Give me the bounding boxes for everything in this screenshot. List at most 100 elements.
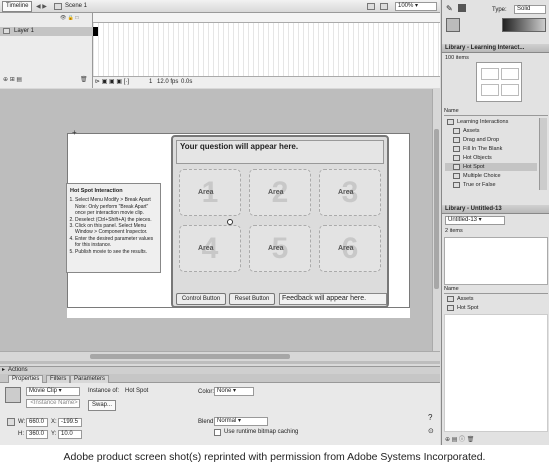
color-label: Color: bbox=[198, 389, 215, 395]
frame-ruler[interactable] bbox=[93, 13, 440, 23]
stage-vertical-scrollbar[interactable] bbox=[432, 89, 440, 351]
edit-symbol-icon[interactable] bbox=[380, 3, 388, 10]
blend-select[interactable]: Normal ▾ bbox=[214, 417, 268, 426]
library-item[interactable]: True or False bbox=[445, 181, 537, 189]
tab-properties[interactable]: Properties bbox=[8, 375, 44, 383]
folder-icon bbox=[447, 119, 454, 125]
bitmap-caching-checkbox[interactable] bbox=[214, 429, 221, 436]
tab-filters[interactable]: Filters bbox=[46, 375, 71, 383]
library-preview-2 bbox=[444, 237, 548, 285]
hot-spot-area-5[interactable]: 5 Area bbox=[249, 225, 311, 272]
library-item-count: 100 items bbox=[445, 55, 469, 61]
area-label: Area bbox=[198, 189, 214, 196]
bitmap-caching-label: Use runtime bitmap caching bbox=[224, 429, 299, 435]
transform-point-icon[interactable] bbox=[227, 219, 233, 225]
expand-arrow-icon[interactable]: ▸ bbox=[2, 367, 5, 374]
back-arrow-icon[interactable]: ◀ ▶ bbox=[36, 3, 47, 10]
library-item-selected[interactable]: Hot Spot bbox=[445, 163, 537, 171]
help-icon[interactable]: ? bbox=[428, 413, 432, 422]
layer-list: 👁 🔒 □ Layer 1 ⊕ ⊞ ▤ 🗑 bbox=[0, 13, 93, 88]
tab-parameters[interactable]: Parameters bbox=[70, 375, 110, 383]
swap-button[interactable]: Swap... bbox=[88, 400, 117, 411]
frame-rate: 12.0 fps bbox=[157, 79, 179, 85]
symbol-type-select[interactable]: Movie Clip ▾ bbox=[26, 387, 80, 396]
hot-spot-area-6[interactable]: 6 Area bbox=[319, 225, 381, 272]
library-item[interactable]: Hot Spot bbox=[445, 304, 537, 312]
x-field[interactable]: -199.5 bbox=[58, 418, 82, 427]
delete-layer-icon[interactable]: 🗑 bbox=[80, 76, 88, 83]
height-field[interactable]: 360.0 bbox=[26, 430, 48, 439]
hot-spot-area-2[interactable]: 2 Area bbox=[249, 169, 311, 216]
instruction-step: Select Menu Modify > Break Apart Note: O… bbox=[75, 197, 160, 216]
library-item[interactable]: Hot Objects bbox=[445, 154, 537, 162]
library-item[interactable]: Assets bbox=[445, 127, 537, 135]
actions-panel-header[interactable]: ▸ Actions bbox=[0, 366, 440, 374]
scroll-thumb[interactable] bbox=[90, 354, 290, 359]
right-panel-dock: ✎ Type: Solid Library - Learning Interac… bbox=[441, 0, 549, 445]
reset-button[interactable]: Reset Button bbox=[229, 293, 275, 305]
timeline-panel: 👁 🔒 □ Layer 1 ⊕ ⊞ ▤ 🗑 ⊳ ▣ ▣ ▣ [·] 1 12.0… bbox=[0, 13, 440, 88]
movie-clip-icon bbox=[447, 305, 454, 311]
library-panel-header[interactable]: Library - Learning Interact... bbox=[442, 44, 549, 53]
zoom-select[interactable]: 100% ▾ bbox=[395, 2, 437, 11]
movie-clip-icon bbox=[453, 164, 460, 170]
scroll-thumb[interactable] bbox=[434, 129, 439, 289]
area-label: Area bbox=[268, 245, 284, 252]
preview-thumb bbox=[481, 68, 499, 80]
properties-tabs: Properties Filters Parameters bbox=[0, 374, 440, 383]
instruction-step: Enter the desired parameter values for t… bbox=[75, 236, 160, 249]
constrain-lock-icon[interactable] bbox=[7, 418, 15, 426]
library-item[interactable]: Learning Interactions bbox=[445, 118, 537, 126]
hot-spot-area-1[interactable]: 1 Area bbox=[179, 169, 241, 216]
library-name-column-2[interactable]: Name bbox=[444, 286, 548, 294]
current-frame: 1 bbox=[149, 79, 153, 85]
instance-name-field[interactable]: <Instance Name> bbox=[26, 399, 80, 408]
hot-spot-area-3[interactable]: 3 Area bbox=[319, 169, 381, 216]
hot-spot-area-4[interactable]: 4 Area bbox=[179, 225, 241, 272]
width-field[interactable]: 660.0 bbox=[26, 418, 48, 427]
library-item[interactable]: Multiple Choice bbox=[445, 172, 537, 180]
layer-icon bbox=[3, 28, 10, 34]
library-item[interactable]: Assets bbox=[445, 295, 537, 303]
library-bottom-icons[interactable]: ⊕ ▤ ⓘ 🗑 bbox=[445, 434, 474, 443]
type-select[interactable]: Solid bbox=[514, 5, 546, 14]
pencil-icon[interactable]: ✎ bbox=[446, 4, 453, 13]
library-item-count-2: 2 items bbox=[445, 228, 463, 234]
layer-row[interactable]: Layer 1 bbox=[0, 27, 93, 36]
keyframe-marker[interactable] bbox=[93, 27, 98, 36]
frame-grid[interactable] bbox=[93, 23, 440, 76]
timeline-toggle-button[interactable]: Timeline bbox=[2, 1, 33, 12]
preview-thumb bbox=[501, 68, 519, 80]
area-label: Area bbox=[268, 189, 284, 196]
library-preview bbox=[476, 62, 522, 102]
movie-clip-icon bbox=[453, 146, 460, 152]
edit-scene-icon[interactable] bbox=[367, 3, 375, 10]
library-item[interactable]: Fill In The Blank bbox=[445, 145, 537, 153]
library-name-column[interactable]: Name bbox=[444, 108, 548, 116]
hot-spot-interaction[interactable]: Your question will appear here. 1 Area 2… bbox=[171, 135, 389, 308]
color-swatch-icon[interactable] bbox=[446, 18, 460, 32]
control-button[interactable]: Control Button bbox=[176, 293, 226, 305]
y-field[interactable]: 10.0 bbox=[58, 430, 82, 439]
width-label: W: bbox=[18, 419, 26, 425]
library-scrollbar[interactable] bbox=[539, 118, 547, 190]
stage-horizontal-scrollbar[interactable] bbox=[0, 351, 440, 361]
library-panel-header-2[interactable]: Library - Untitled-13 bbox=[442, 205, 549, 214]
instructions-panel[interactable]: Hot Spot Interaction Select Menu Modify … bbox=[66, 183, 161, 273]
add-layer-icon[interactable]: ⊕ ⊞ ▤ bbox=[3, 76, 22, 83]
edit-bar: Timeline ◀ ▶ Scene 1 100% ▾ bbox=[0, 0, 440, 13]
color-gradient-bar[interactable] bbox=[502, 18, 546, 32]
preview-thumb bbox=[501, 84, 519, 96]
instance-of-label: Instance of: bbox=[88, 388, 120, 394]
edit-properties-icon[interactable]: ⊙ bbox=[428, 427, 434, 435]
library-list-empty-area[interactable] bbox=[444, 314, 548, 432]
scene-label: Scene 1 bbox=[65, 3, 88, 9]
onion-skin-icons[interactable]: ⊳ ▣ ▣ ▣ [·] bbox=[95, 77, 129, 88]
library-document-select[interactable]: Untitled-13 ▾ bbox=[445, 216, 505, 225]
library-item[interactable]: Drag and Drop bbox=[445, 136, 537, 144]
scene-icon bbox=[54, 3, 62, 10]
fill-color-swatch[interactable] bbox=[458, 4, 466, 12]
color-select[interactable]: None ▾ bbox=[214, 387, 254, 396]
stage-area[interactable]: + Hot Spot Interaction Select Menu Modif… bbox=[0, 89, 440, 364]
movie-clip-icon bbox=[453, 155, 460, 161]
